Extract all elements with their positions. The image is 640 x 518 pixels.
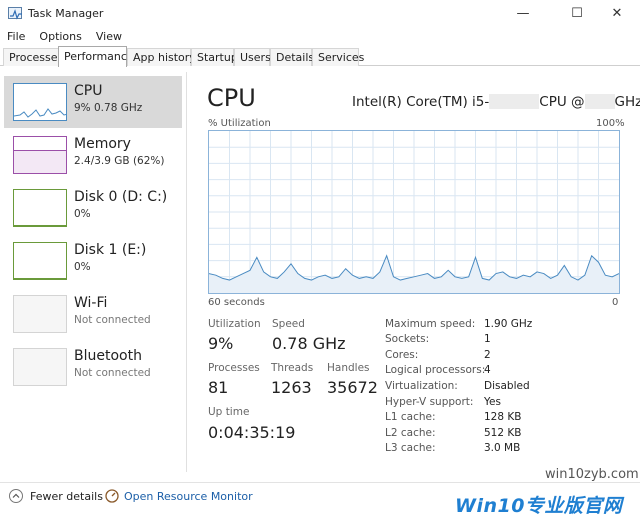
spec-value: Disabled: [484, 380, 530, 392]
speed-value: 0.78 GHz: [272, 334, 346, 353]
spec-value: 1.90 GHz: [484, 318, 533, 330]
sidebar-item-detail: Not connected: [74, 367, 151, 379]
close-button[interactable]: ✕: [594, 0, 640, 27]
x-axis-right-label: 0: [612, 297, 619, 308]
menu-view[interactable]: View: [89, 30, 129, 43]
sidebar-item-name: Wi-Fi: [74, 295, 108, 311]
tab-services[interactable]: Services: [312, 48, 364, 66]
cpu-utilization-graph: [208, 130, 620, 294]
sidebar-item-disk-0[interactable]: Disk 0 (D: C:) 0%: [4, 182, 182, 234]
bluetooth-thumbnail-graph: [13, 348, 67, 386]
handles-label: Handles: [327, 362, 370, 374]
tab-app-history[interactable]: App history: [127, 48, 196, 66]
minimize-button[interactable]: —: [500, 0, 546, 27]
cpu-model-suffix: GHz: [614, 94, 640, 110]
spec-label: L3 cache:: [385, 442, 436, 454]
window-title: Task Manager: [28, 7, 104, 20]
spec-value: 2: [484, 349, 491, 361]
tab-processes[interactable]: Processes: [3, 48, 63, 66]
sidebar-item-name: Bluetooth: [74, 348, 142, 364]
spec-value: 512 KB: [484, 427, 522, 439]
watermark-url: win10zyb.com: [545, 467, 639, 482]
cpu-graph-svg: [208, 131, 620, 293]
tab-startup[interactable]: Startup: [191, 48, 238, 66]
spec-label: Cores:: [385, 349, 419, 361]
sidebar-item-disk-1[interactable]: Disk 1 (E:) 0%: [4, 235, 182, 287]
task-manager-icon: [8, 7, 22, 20]
sidebar-item-detail: Not connected: [74, 314, 151, 326]
spec-label: Logical processors:: [385, 364, 486, 376]
redacted-block: [584, 94, 615, 109]
sidebar-item-name: Disk 1 (E:): [74, 242, 147, 258]
chevron-up-icon[interactable]: [9, 489, 23, 503]
max-axis-label: 100%: [596, 118, 625, 129]
cpu-model-middle: CPU @: [539, 94, 585, 110]
menu-bar: File Options View: [0, 27, 640, 46]
utilization-axis-label: % Utilization: [208, 118, 271, 129]
x-axis-left-label: 60 seconds: [208, 297, 265, 308]
spec-label: L2 cache:: [385, 427, 436, 439]
watermark-logo: Win10专业版官网: [455, 495, 623, 517]
uptime-value: 0:04:35:19: [208, 423, 296, 442]
sidebar-item-memory[interactable]: Memory 2.4/3.9 GB (62%): [4, 129, 182, 181]
fewer-details-link[interactable]: Fewer details: [30, 490, 103, 503]
sidebar-item-name: Memory: [74, 136, 131, 152]
spec-value: 4: [484, 364, 491, 376]
utilization-label: Utilization: [208, 318, 261, 330]
sidebar-divider: [186, 72, 187, 472]
tab-users[interactable]: Users: [234, 48, 271, 66]
open-resource-monitor-link[interactable]: Open Resource Monitor: [124, 490, 253, 503]
spec-label: Maximum speed:: [385, 318, 476, 330]
spec-label: L1 cache:: [385, 411, 436, 423]
sidebar-item-wifi[interactable]: Wi-Fi Not connected: [4, 288, 182, 340]
spec-value: 1: [484, 333, 491, 345]
memory-thumbnail-graph: [13, 136, 67, 174]
speed-label: Speed: [272, 318, 305, 330]
title-bar: Task Manager — ☐ ✕: [0, 0, 640, 27]
cpu-model-prefix: Intel(R) Core(TM) i5-: [352, 94, 490, 110]
resource-monitor-icon[interactable]: [105, 489, 119, 503]
sidebar-item-cpu[interactable]: CPU 9% 0.78 GHz: [4, 76, 182, 128]
spec-label: Hyper-V support:: [385, 396, 474, 408]
spec-label: Sockets:: [385, 333, 430, 345]
processes-value: 81: [208, 378, 229, 397]
menu-file[interactable]: File: [0, 30, 32, 43]
sidebar-item-detail: 0%: [74, 261, 91, 273]
sidebar-item-name: Disk 0 (D: C:): [74, 189, 168, 205]
spec-label: Virtualization:: [385, 380, 458, 392]
uptime-label: Up time: [208, 406, 250, 418]
processes-label: Processes: [208, 362, 260, 374]
menu-options[interactable]: Options: [32, 30, 88, 43]
sidebar-item-detail: 2.4/3.9 GB (62%): [74, 155, 165, 167]
handles-value: 35672: [327, 378, 378, 397]
sidebar-item-detail: 9% 0.78 GHz: [74, 102, 143, 114]
tab-performance[interactable]: Performance: [58, 46, 134, 67]
wifi-thumbnail-graph: [13, 295, 67, 333]
sidebar-item-bluetooth[interactable]: Bluetooth Not connected: [4, 341, 182, 393]
cpu-thumbnail-graph: [13, 83, 67, 121]
page-title: CPU: [207, 84, 256, 112]
disk-0-thumbnail-graph: [13, 189, 67, 227]
resource-sidebar: CPU 9% 0.78 GHz Memory 2.4/3.9 GB (62%) …: [0, 72, 186, 472]
redacted-block: [489, 94, 540, 109]
threads-label: Threads: [271, 362, 314, 374]
sidebar-item-name: CPU: [74, 83, 103, 99]
cpu-model-name: Intel(R) Core(TM) i5- CPU @ GHz: [352, 94, 640, 110]
spec-value: Yes: [484, 396, 501, 408]
tab-details[interactable]: Details: [270, 48, 314, 66]
sidebar-item-detail: 0%: [74, 208, 91, 220]
disk-1-thumbnail-graph: [13, 242, 67, 280]
spec-value: 128 KB: [484, 411, 522, 423]
threads-value: 1263: [271, 378, 312, 397]
utilization-value: 9%: [208, 334, 234, 353]
spec-value: 3.0 MB: [484, 442, 521, 454]
tab-bar: Processes Performance App history Startu…: [0, 46, 640, 67]
